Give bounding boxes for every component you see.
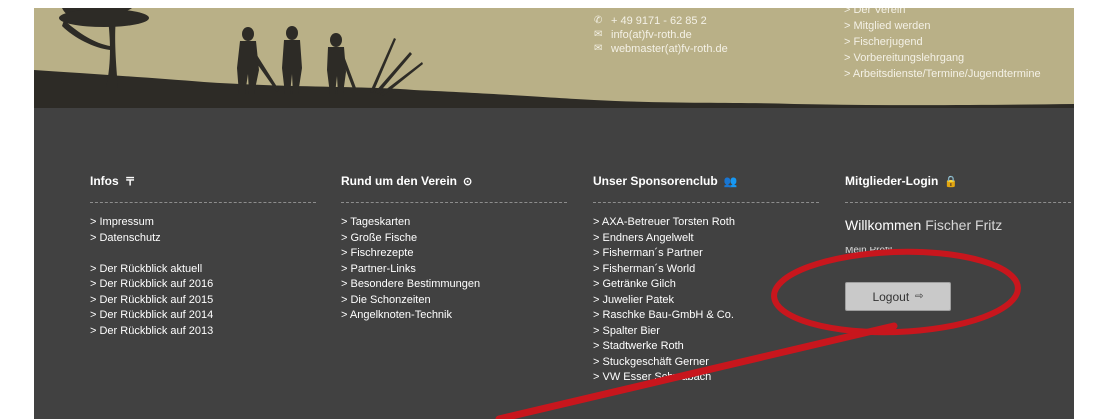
annotation-arrow [495, 322, 898, 419]
red-annotation [495, 248, 1021, 419]
annotation-ellipse [771, 248, 1021, 336]
site-footer: ✆ + 49 9171 - 62 85 2 ✉ info(at)fv-roth.de… [34, 8, 1074, 419]
